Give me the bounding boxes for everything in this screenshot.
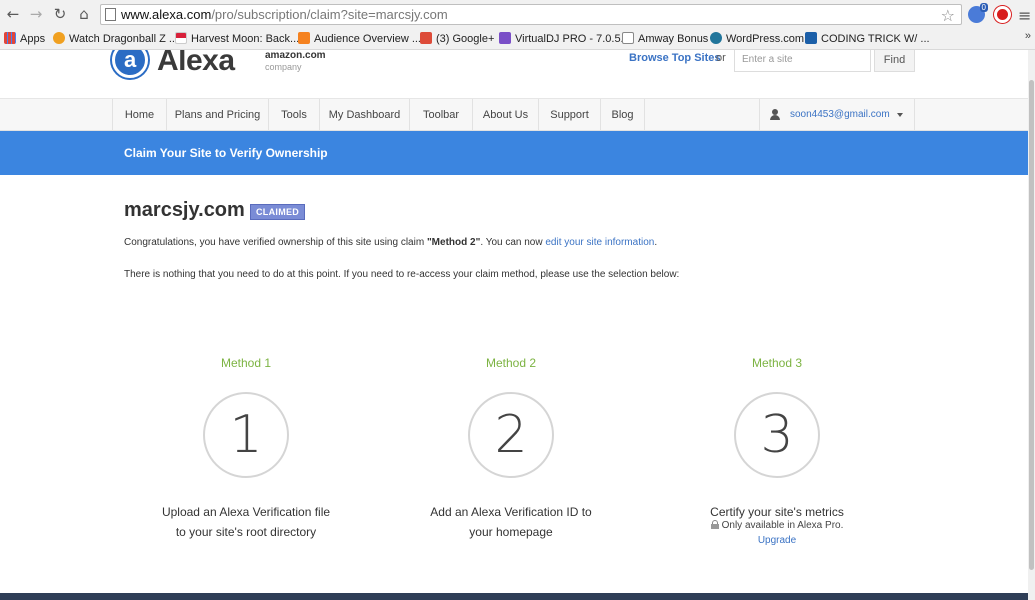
method-2-title[interactable]: Method 2 [391, 356, 631, 370]
site-search-input[interactable]: Enter a site [734, 50, 871, 72]
apps-grid-icon [4, 32, 16, 44]
method-1-number-circle[interactable]: 1 [203, 392, 289, 478]
method-2-number-circle[interactable]: 2 [468, 392, 554, 478]
bookmark-star-icon[interactable]: ☆ [941, 6, 955, 25]
browse-top-sites-link[interactable]: Browse Top Sites [629, 52, 720, 64]
nav-about-us[interactable]: About Us [472, 99, 538, 131]
page-content: a Alexa amazon.com company Browse Top Si… [0, 50, 1028, 600]
amazon-company-sub: company [265, 62, 302, 72]
browser-chrome: ← → ↻ ⌂ www.alexa.com/pro/subscription/c… [0, 0, 1035, 50]
bookmark-item[interactable]: Harvest Moon: Back... [175, 31, 299, 47]
method-3-title[interactable]: Method 3 [657, 356, 897, 370]
method-2-card[interactable]: Method 2 2 Add an Alexa Verification ID … [391, 356, 631, 539]
bookmark-item[interactable]: WordPress.com [710, 31, 804, 47]
nav-plans-pricing[interactable]: Plans and Pricing [166, 99, 268, 131]
site-header: a Alexa amazon.com company Browse Top Si… [0, 50, 1028, 98]
url-text[interactable]: www.alexa.com/pro/subscription/claim?sit… [121, 7, 448, 22]
nav-home[interactable]: Home [112, 99, 166, 131]
nav-toolbar[interactable]: Toolbar [409, 99, 472, 131]
bookmark-item[interactable]: Watch Dragonball Z ... [53, 31, 178, 47]
home-icon[interactable]: ⌂ [75, 5, 93, 23]
flag-icon [175, 32, 187, 44]
bookmark-item[interactable]: Amway Bonus [622, 31, 708, 47]
user-email[interactable]: soon4453@gmail.com [790, 99, 890, 131]
method-3-number-circle[interactable]: 3 [734, 392, 820, 478]
main-nav: Home Plans and Pricing Tools My Dashboar… [0, 98, 1028, 131]
document-icon [622, 32, 634, 44]
banner-title: Claim Your Site to Verify Ownership [124, 146, 328, 160]
scrollbar-thumb[interactable] [1029, 80, 1034, 570]
forward-arrow-icon[interactable]: → [27, 5, 45, 23]
analytics-icon [298, 32, 310, 44]
google-plus-icon [420, 32, 432, 44]
method-3-description: Certify your site's metrics [710, 505, 844, 519]
method-3-card[interactable]: Method 3 3 Certify your site's metrics O… [657, 356, 897, 546]
congrats-paragraph: Congratulations, you have verified owner… [124, 237, 658, 248]
user-icon [770, 109, 780, 120]
lock-icon [710, 520, 719, 529]
footer-bar [0, 593, 1028, 600]
bookmark-item[interactable]: VirtualDJ PRO - 7.0.5... [499, 31, 630, 47]
nav-support[interactable]: Support [538, 99, 600, 131]
edit-site-info-link[interactable]: edit your site information [545, 237, 654, 248]
method-3-pro-note: Only available in Alexa Pro. [657, 520, 897, 531]
page-icon [105, 8, 116, 21]
caret-down-icon[interactable] [897, 113, 903, 117]
extension-badge: 0 [979, 3, 988, 12]
upgrade-link[interactable]: Upgrade [657, 535, 897, 546]
virtualdj-icon [499, 32, 511, 44]
site-name: marcsjy.com [124, 199, 245, 221]
nav-blog[interactable]: Blog [600, 99, 645, 131]
nav-my-dashboard[interactable]: My Dashboard [319, 99, 409, 131]
amazon-company-logo: amazon.com [265, 50, 326, 61]
dragonball-icon [53, 32, 65, 44]
user-menu[interactable]: soon4453@gmail.com [759, 99, 915, 131]
opera-extension-icon[interactable] [994, 6, 1011, 23]
browser-toolbar: ← → ↻ ⌂ www.alexa.com/pro/subscription/c… [0, 0, 1035, 28]
gmail-icon [805, 32, 817, 44]
bookmark-item[interactable]: Audience Overview ... [298, 31, 421, 47]
nav-tools[interactable]: Tools [268, 99, 319, 131]
method-1-title[interactable]: Method 1 [126, 356, 366, 370]
method-2-description: Add an Alexa Verification ID to your hom… [430, 505, 592, 539]
alexa-logo-text[interactable]: Alexa [157, 50, 235, 78]
browser-menu-icon[interactable]: ≡ [1018, 6, 1031, 25]
extension-icon[interactable]: 0 [968, 3, 988, 23]
alexa-logo-icon[interactable]: a [112, 50, 148, 78]
back-arrow-icon[interactable]: ← [4, 5, 22, 23]
bookmark-item[interactable]: CODING TRICK W/ ... [805, 31, 930, 47]
reload-icon[interactable]: ↻ [51, 5, 69, 23]
bookmark-apps[interactable]: Apps [4, 31, 45, 47]
or-text: or [716, 52, 726, 64]
address-bar[interactable]: www.alexa.com/pro/subscription/claim?sit… [100, 4, 962, 25]
instructions-paragraph: There is nothing that you need to do at … [124, 269, 680, 280]
page-scrollbar[interactable] [1028, 50, 1035, 600]
find-button[interactable]: Find [874, 50, 915, 72]
method-1-description: Upload an Alexa Verification file to you… [161, 505, 331, 539]
bookmark-item[interactable]: (3) Google+ [420, 31, 494, 47]
bookmarks-bar: Apps Watch Dragonball Z ... Harvest Moon… [0, 28, 1035, 48]
wordpress-icon [710, 32, 722, 44]
claimed-badge: CLAIMED [250, 204, 306, 220]
page-banner: Claim Your Site to Verify Ownership [0, 131, 1028, 175]
method-1-card[interactable]: Method 1 1 Upload an Alexa Verification … [126, 356, 366, 539]
bookmarks-more-icon[interactable]: » [1025, 30, 1031, 42]
